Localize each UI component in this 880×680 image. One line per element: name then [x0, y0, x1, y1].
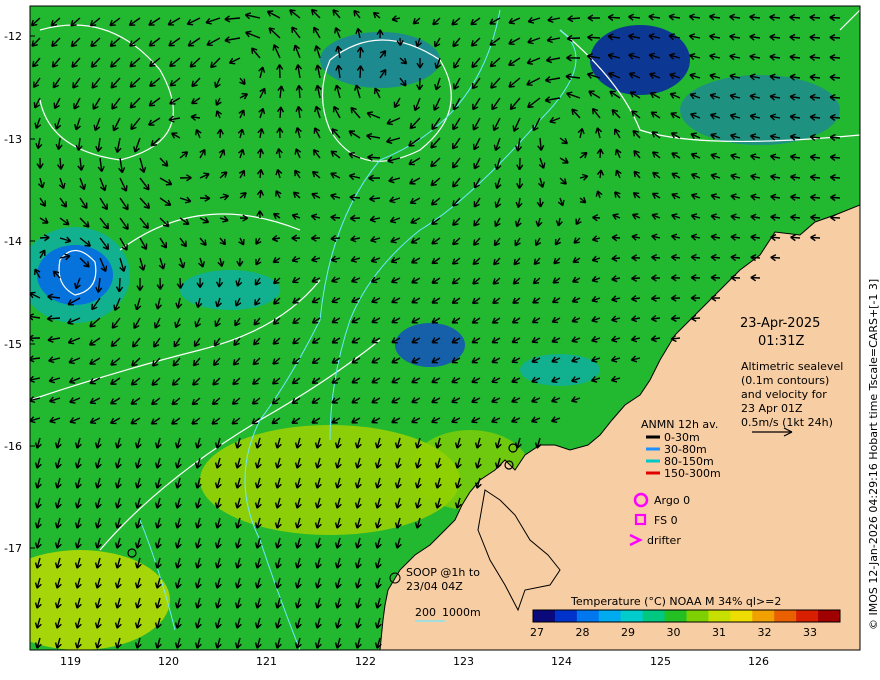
colorbar-tick: 32: [758, 626, 772, 639]
fs-label: FS 0: [654, 514, 678, 527]
lon-tick: 126: [748, 655, 769, 668]
soop-label: 23/04 04Z: [406, 580, 463, 593]
lon-tick: 119: [60, 655, 81, 668]
info-line: and velocity for: [741, 388, 827, 401]
map-time: 01:31Z: [758, 334, 804, 349]
colorbar-swatch: [730, 610, 753, 622]
lon-tick: 124: [551, 655, 572, 668]
lat-tick: -17: [4, 542, 22, 555]
drifter-label: drifter: [647, 534, 681, 547]
info-line: Altimetric sealevel: [741, 360, 843, 373]
colorbar-tick: 27: [530, 626, 544, 639]
soop-label: SOOP @1h to: [406, 566, 480, 579]
colorbar-tick: 28: [576, 626, 590, 639]
colorbar-swatch: [664, 610, 687, 622]
lat-tick: -14: [4, 235, 22, 248]
lat-tick: -15: [4, 338, 22, 351]
colorbar-tick: 33: [803, 626, 817, 639]
legend-title: ANMN 12h av.: [641, 418, 718, 431]
lat-tick: -12: [4, 30, 22, 43]
colorbar-title: Temperature (°C) NOAA M 34% ql>=2: [570, 595, 781, 608]
colorbar-swatch: [818, 610, 841, 622]
colorbar-swatch: [642, 610, 666, 622]
lat-tick: -13: [4, 133, 22, 146]
isobath-label: 200: [415, 606, 436, 619]
isobath-label: 1000m: [442, 606, 481, 619]
colorbar-swatch: [576, 610, 600, 622]
lon-tick: 123: [453, 655, 474, 668]
lon-tick: 121: [256, 655, 277, 668]
colorbar-swatch: [686, 610, 709, 622]
cool-patch: [180, 270, 280, 310]
colorbar-swatch: [774, 610, 797, 622]
legend-label: 150-300m: [664, 467, 721, 480]
colorbar-swatch: [752, 610, 775, 622]
cool-patch: [680, 75, 840, 145]
colorbar-swatch: [598, 610, 622, 622]
lon-axis: 119 120 121 122 123 124 125 126: [60, 655, 769, 668]
colorbar-swatch: [554, 610, 578, 622]
info-line: 0.5m/s (1kt 24h): [741, 416, 833, 429]
lon-tick: 122: [355, 655, 376, 668]
colorbar-swatch: [533, 610, 556, 622]
colorbar-tick: 29: [621, 626, 635, 639]
info-line: (0.1m contours): [741, 374, 829, 387]
colorbar-tick: 30: [667, 626, 681, 639]
colorbar-swatch: [796, 610, 819, 622]
cool-patch: [30, 227, 130, 323]
colorbar-tick: 31: [712, 626, 726, 639]
ocean-current-map: -12 -13 -14 -15 -16 -17 119 120 121 122 …: [4, 5, 880, 668]
lat-tick: -16: [4, 440, 22, 453]
argo-label: Argo 0: [654, 494, 690, 507]
cool-patch: [590, 25, 690, 95]
lon-tick: 125: [650, 655, 671, 668]
info-line: 23 Apr 01Z: [741, 402, 803, 415]
credit-text: © IMOS 12-Jan-2026 04:29:16 Hobart time …: [867, 279, 880, 630]
colorbar-swatch: [708, 610, 731, 622]
map-date: 23-Apr-2025: [740, 316, 820, 331]
lon-tick: 120: [158, 655, 179, 668]
colorbar-swatch: [620, 610, 644, 622]
